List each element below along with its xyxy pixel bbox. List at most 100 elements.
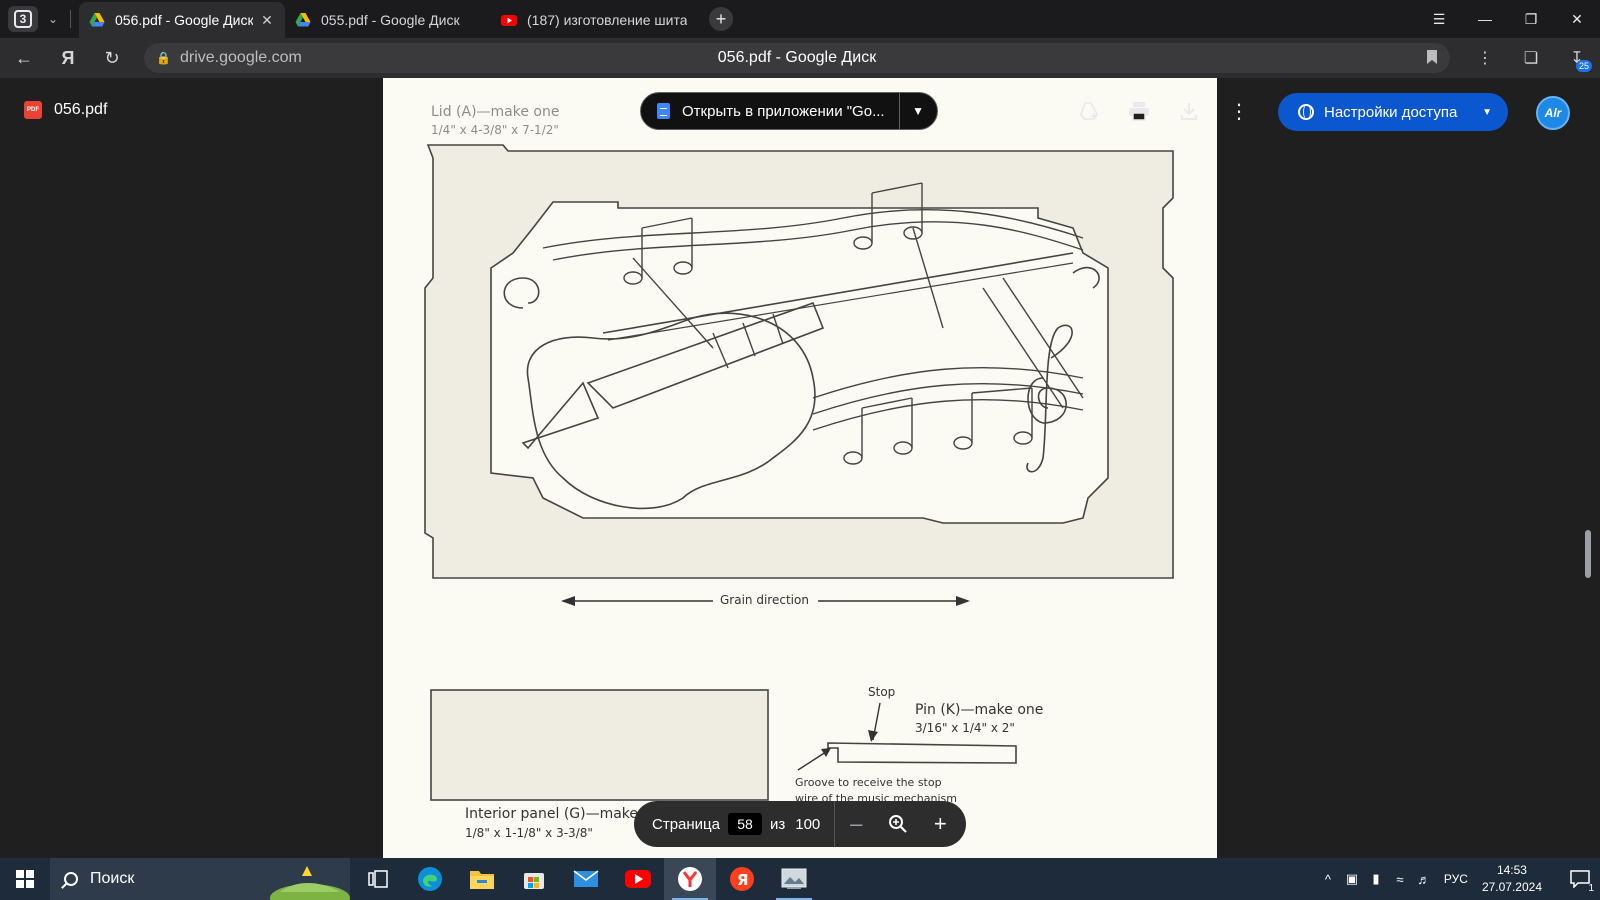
edge-icon[interactable] [404, 858, 456, 900]
downloads-icon[interactable]: ↧ 25 [1554, 38, 1600, 78]
file-explorer-icon[interactable] [456, 858, 508, 900]
open-with-dropdown-caret-icon[interactable]: ▼ [898, 92, 937, 130]
groove-label-line1: Groove to receive the stop [795, 776, 942, 789]
grain-direction-label: Grain direction [720, 593, 809, 607]
clock[interactable]: 14:53 27.07.2024 [1482, 862, 1542, 896]
youtube-app-icon[interactable] [612, 858, 664, 900]
panel-dims: 1/8" x 1-1/8" x 3-3/8" [465, 826, 593, 840]
pin-title: Pin (K)—make one [915, 702, 1044, 718]
downloads-badge: 25 [1575, 60, 1592, 72]
more-vert-icon[interactable]: ⋮ [1462, 38, 1508, 78]
pdf-file-icon: PDF [24, 101, 42, 119]
add-shortcut-to-drive-icon[interactable] [1064, 92, 1114, 130]
address-bar-row: ← Я ↻ 🔒 drive.google.com 056.pdf - Googl… [0, 38, 1600, 78]
page-of-label: из [769, 815, 786, 833]
account-avatar[interactable]: Alr [1536, 96, 1570, 130]
tab-youtube[interactable]: (187) изготовление шита [491, 2, 697, 38]
viewer-actions: ⋮ [1064, 92, 1264, 130]
start-button[interactable] [0, 858, 50, 900]
browser-menu-icon[interactable]: ☰ [1416, 0, 1462, 38]
notification-count: 1 [1588, 883, 1594, 894]
yandex-browser-icon[interactable] [664, 858, 716, 900]
page-total: 100 [795, 815, 821, 833]
share-settings-button[interactable]: Настройки доступа ▼ [1278, 93, 1508, 131]
yandex-app-icon[interactable]: Я [716, 858, 768, 900]
cutout-frame [490, 201, 1109, 524]
url-text: drive.google.com [180, 49, 302, 66]
page-label: Страница [652, 815, 720, 833]
tab-count-button[interactable]: 3 [8, 6, 38, 32]
pdf-viewer: Lid (A)—make one 1/4" x 4-3/8" x 7-1/2" … [0, 78, 1600, 858]
share-label: Настройки доступа [1324, 103, 1458, 121]
battery-icon[interactable]: ▮ [1364, 871, 1388, 887]
scrollbar-thumb[interactable] [1585, 530, 1591, 578]
tab-title: 055.pdf - Google Диск [321, 12, 460, 28]
tab-separator [70, 10, 71, 28]
page-number-input[interactable]: 58 [727, 813, 762, 835]
open-with-label: Открыть в приложении "Go... [682, 102, 885, 120]
taskbar-search[interactable]: Поиск [50, 858, 350, 900]
task-view-icon[interactable] [352, 858, 404, 900]
yandex-logo-icon[interactable]: Я [48, 42, 88, 74]
clock-time: 14:53 [1496, 863, 1527, 877]
globe-icon [1298, 104, 1314, 120]
tab-title: (187) изготовление шита [527, 12, 687, 28]
omnibox[interactable]: 🔒 drive.google.com 056.pdf - Google Диск [144, 43, 1450, 73]
windows-logo-icon [16, 870, 34, 888]
tab-056-pdf[interactable]: 056.pdf - Google Диск ✕ [79, 2, 285, 38]
search-highlight-art-icon [270, 866, 350, 900]
tray-expand-chevron-icon[interactable]: ^ [1316, 872, 1340, 887]
search-icon [64, 872, 78, 886]
interior-panel-rect [430, 689, 769, 801]
windows-taskbar: Поиск Я ^ ▣ ▮ ≈ ♬ РУС 14:53 27.07.2024 1 [0, 858, 1600, 900]
pdf-page[interactable]: Lid (A)—make one 1/4" x 4-3/8" x 7-1/2" … [383, 78, 1217, 858]
restore-icon[interactable]: ❐ [1508, 0, 1554, 38]
bookmark-icon[interactable] [1426, 49, 1438, 65]
page-navigator: Страница 58 из 100 – + [634, 801, 966, 847]
youtube-icon [501, 15, 517, 26]
minimize-icon[interactable]: — [1462, 0, 1508, 38]
more-options-icon[interactable]: ⋮ [1214, 92, 1264, 130]
system-tray: ^ ▣ ▮ ≈ ♬ РУС 14:53 27.07.2024 1 [1316, 858, 1600, 900]
google-drive-icon [89, 13, 105, 27]
taskbar-apps: Я [352, 858, 820, 900]
open-with-button-group: Открыть в приложении "Go... ▼ [640, 92, 938, 130]
back-arrow-icon[interactable]: ← [4, 42, 44, 74]
pattern-drawing [424, 144, 1174, 801]
pin-dims: 3/16" x 1/4" x 2" [915, 721, 1015, 735]
share-dropdown-caret-icon[interactable]: ▼ [1482, 107, 1492, 118]
address-bar-actions: ⋮ ❏ ↧ 25 [1462, 38, 1600, 78]
open-with-button[interactable]: Открыть в приложении "Go... [641, 92, 899, 130]
meet-now-icon[interactable]: ▣ [1340, 871, 1364, 887]
download-icon[interactable] [1164, 92, 1214, 130]
print-icon[interactable] [1114, 92, 1164, 130]
zoom-in-icon[interactable]: + [919, 801, 961, 847]
mail-icon[interactable] [560, 858, 612, 900]
file-name: 056.pdf [54, 101, 108, 118]
notification-center-icon[interactable]: 1 [1560, 858, 1600, 900]
translate-icon[interactable]: ❏ [1508, 38, 1554, 78]
lock-icon: 🔒 [156, 51, 171, 65]
tab-close-icon[interactable]: ✕ [259, 12, 275, 28]
tab-055-pdf[interactable]: 055.pdf - Google Диск [285, 2, 491, 38]
window-controls: ☰ — ❐ ✕ [1416, 0, 1600, 38]
viewer-header: PDF 056.pdf Открыть в приложении "Go... … [0, 78, 1600, 144]
browser-tab-strip: 3 ⌄ 056.pdf - Google Диск ✕ 055.pdf - Go… [0, 0, 1600, 38]
google-docs-icon [657, 103, 670, 119]
tab-count: 3 [14, 10, 32, 28]
input-language[interactable]: РУС [1444, 872, 1468, 886]
zoom-fit-icon[interactable] [877, 801, 919, 847]
file-info: PDF 056.pdf [24, 101, 107, 119]
new-tab-plus-icon[interactable]: + [709, 7, 733, 31]
reload-icon[interactable]: ↻ [92, 42, 132, 74]
zoom-out-icon[interactable]: – [835, 801, 877, 847]
pin-drawing [827, 742, 1017, 764]
stop-label: Stop [868, 685, 896, 699]
volume-icon[interactable]: ♬ [1412, 872, 1436, 887]
image-viewer-icon[interactable] [768, 858, 820, 900]
tab-list-chevron-icon[interactable]: ⌄ [40, 6, 66, 32]
google-drive-icon [295, 13, 311, 27]
microsoft-store-icon[interactable] [508, 858, 560, 900]
wifi-icon[interactable]: ≈ [1388, 872, 1412, 887]
close-window-icon[interactable]: ✕ [1554, 0, 1600, 38]
